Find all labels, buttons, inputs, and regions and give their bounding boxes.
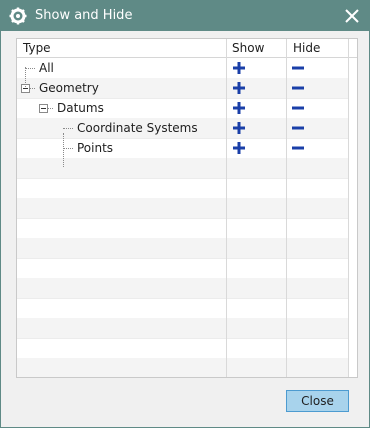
table-row [17,238,349,259]
row-type-label: Geometry [39,81,99,95]
tree-connector [25,67,26,87]
hide-minus-icon[interactable] [291,61,305,75]
table-row [17,358,349,377]
tree-connector [63,128,73,129]
table-row [17,218,349,239]
gear-icon [9,7,27,25]
show-hide-dialog: Show and Hide Type Show Hide All Geometry… [0,0,370,428]
show-plus-icon[interactable] [232,101,246,115]
row-type-label: Coordinate Systems [77,121,198,135]
column-header-hide[interactable]: Hide [293,41,320,55]
hide-minus-icon[interactable] [291,141,305,155]
row-type-label: Datums [57,101,104,115]
tree-connector [25,68,35,69]
table-row [17,178,349,199]
close-icon[interactable] [343,7,361,25]
show-plus-icon[interactable] [232,61,246,75]
table-row [17,198,349,219]
table-row [17,318,349,339]
column-divider [348,39,349,377]
table-row [17,298,349,319]
row-type-label: Points [77,141,114,155]
table-row [17,278,349,299]
show-plus-icon[interactable] [232,81,246,95]
hide-minus-icon[interactable] [291,121,305,135]
table-row [17,258,349,279]
column-header-type[interactable]: Type [23,41,51,55]
table-row[interactable]: Datums [17,98,349,119]
tree-connector [63,148,73,149]
title-bar[interactable]: Show and Hide [1,1,369,31]
table-row[interactable]: Geometry [17,78,349,99]
table-header: Type Show Hide [17,39,357,58]
show-plus-icon[interactable] [232,141,246,155]
column-divider [286,39,287,377]
table-row [17,338,349,359]
table-row[interactable]: All [17,58,349,79]
column-header-show[interactable]: Show [232,41,264,55]
column-divider [226,39,227,377]
collapse-toggle-icon[interactable] [39,104,48,113]
table-row[interactable]: Points [17,138,349,159]
show-plus-icon[interactable] [232,121,246,135]
table-row [17,158,349,179]
window-title: Show and Hide [35,8,133,23]
table-row[interactable]: Coordinate Systems [17,118,349,139]
close-button[interactable]: Close [286,390,349,412]
hide-minus-icon[interactable] [291,81,305,95]
visibility-table: Type Show Hide All Geometry Datums Coordina… [16,38,358,378]
tree-connector [63,133,64,167]
row-type-label: All [39,61,54,75]
hide-minus-icon[interactable] [291,101,305,115]
